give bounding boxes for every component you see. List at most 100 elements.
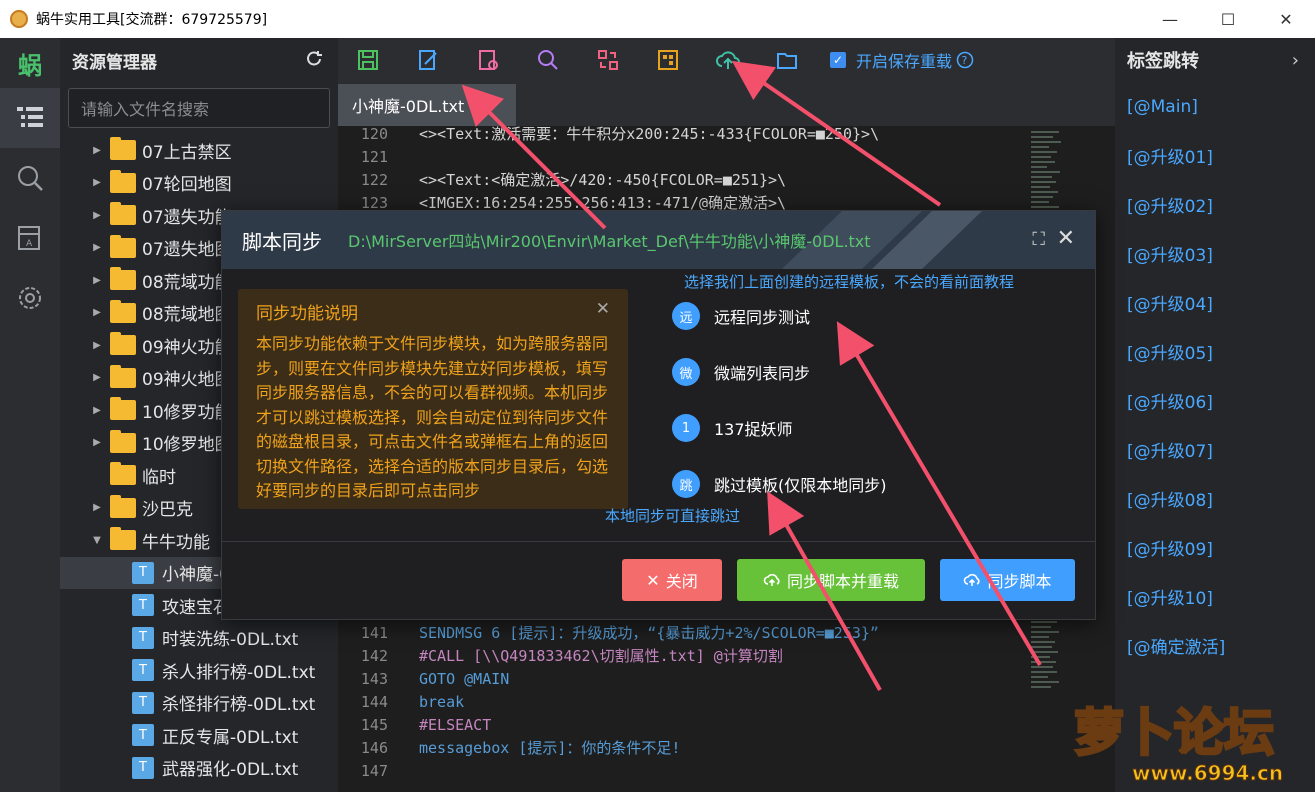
brand-logo: 蜗: [18, 51, 42, 80]
tree-file[interactable]: T 正反专属-0DL.txt: [60, 719, 338, 752]
tree-file[interactable]: T 杀怪排行榜-0DL.txt: [60, 687, 338, 720]
tree-item-label: 杀人排行榜-0DL.txt: [162, 662, 316, 683]
help-icon[interactable]: ?: [956, 51, 974, 69]
caret-right-icon[interactable]: ▶: [88, 275, 106, 286]
tree-file[interactable]: T 武器强化-0DL.txt: [60, 752, 338, 785]
close-button[interactable]: ✕ 关闭: [622, 559, 722, 601]
caret-right-icon[interactable]: ▶: [88, 210, 106, 221]
tree-file[interactable]: T 时装洗练-0DL.txt: [60, 622, 338, 655]
template-option-skip[interactable]: 跳 跳过模板(仅限本地同步): [672, 469, 887, 499]
line-number: 146: [360, 738, 388, 757]
chevron-right-icon[interactable]: ›: [1292, 50, 1299, 71]
template-icon[interactable]: A: [0, 208, 60, 268]
tag-link[interactable]: [@Main]: [1115, 82, 1315, 131]
caret-right-icon[interactable]: ▶: [88, 145, 106, 156]
code-line[interactable]: 122 <><Text:<确定激活>/420:-450{FCOLOR=■251}>…: [338, 168, 786, 191]
tag-link[interactable]: [@升级08]: [1115, 474, 1315, 523]
close-x-icon: ✕: [646, 570, 660, 590]
tag-link[interactable]: [@升级02]: [1115, 180, 1315, 229]
option-label: 跳过模板(仅限本地同步): [714, 476, 887, 495]
template-option-microclient[interactable]: 微 微端列表同步: [672, 357, 810, 387]
activity-bar: 蜗 A: [0, 38, 60, 792]
tree-file[interactable]: T 杀人排行榜-0DL.txt: [60, 654, 338, 687]
tab-xiaoshenmo[interactable]: 小神魔-0DL.txt ✕: [338, 84, 516, 126]
caret-right-icon[interactable]: ▶: [88, 242, 106, 253]
folder-icon: [110, 299, 136, 323]
tag-link[interactable]: [@升级07]: [1115, 425, 1315, 474]
fullscreen-icon[interactable]: ⛶: [1032, 229, 1045, 250]
option-label: 137捉妖师: [714, 420, 793, 439]
search-placeholder: 请输入文件名搜索: [81, 100, 210, 119]
code-line[interactable]: 147: [338, 759, 419, 782]
tag-link[interactable]: [@升级10]: [1115, 572, 1315, 621]
info-close-icon[interactable]: ✕: [596, 299, 610, 324]
qrcode-icon[interactable]: [638, 38, 698, 82]
caret-right-icon[interactable]: ▶: [88, 372, 106, 383]
tag-link[interactable]: [@升级05]: [1115, 327, 1315, 376]
caret-right-icon[interactable]: ▶: [88, 405, 106, 416]
option-label: 微端列表同步: [714, 364, 811, 383]
explorer-tree-icon[interactable]: [0, 88, 60, 148]
tag-link[interactable]: [@升级06]: [1115, 376, 1315, 425]
line-number: 120: [360, 124, 388, 143]
code-line[interactable]: 145 #ELSEACT: [338, 713, 491, 736]
folder-icon: [110, 494, 136, 518]
tree-item-label: 07轮回地图: [142, 175, 232, 196]
window-title: 蜗牛实用工具[交流群：679725579]: [36, 12, 268, 28]
cloud-upload-icon: [964, 573, 981, 586]
text-file-icon: T: [132, 561, 154, 584]
option-badge: 跳: [672, 470, 700, 498]
refresh-icon[interactable]: [304, 50, 324, 70]
code-line[interactable]: 120 <><Text:激活需要：牛牛积分x200:245:-433{FCOLOR…: [338, 122, 879, 145]
close-tab-icon[interactable]: ✕: [478, 96, 491, 115]
tag-link[interactable]: [@升级03]: [1115, 229, 1315, 278]
save-icon[interactable]: [338, 38, 398, 82]
search-icon[interactable]: [0, 148, 60, 208]
edit-icon[interactable]: [398, 38, 458, 82]
code-line[interactable]: 141 SENDMSG 6 [提示]：升级成功，“{暴击威力+2%/SCOLOR=…: [338, 621, 879, 644]
code-text: messagebox [提示]：你的条件不足!: [419, 739, 681, 757]
svg-text:A: A: [26, 239, 33, 249]
caret-right-icon[interactable]: ▶: [88, 177, 106, 188]
code-line[interactable]: 121: [338, 145, 419, 168]
tag-link[interactable]: [@升级01]: [1115, 131, 1315, 180]
tab-label: 小神魔-0DL.txt: [352, 97, 465, 116]
code-text: SENDMSG 6 [提示]：升级成功，“{暴击威力+2%/SCOLOR=■25…: [419, 624, 879, 642]
code-text: <><Text:激活需要：牛牛积分x200:245:-433{FCOLOR=■2…: [419, 125, 880, 143]
caret-right-icon[interactable]: ▶: [88, 340, 106, 351]
delete-file-icon[interactable]: [458, 38, 518, 82]
caret-right-icon[interactable]: ▶: [88, 307, 106, 318]
tag-link[interactable]: [@确定激活]: [1115, 621, 1315, 670]
caret-right-icon[interactable]: ▶: [88, 437, 106, 448]
dialog-close-icon[interactable]: ✕: [1057, 226, 1075, 251]
sync-and-reload-button[interactable]: 同步脚本并重载: [737, 559, 925, 601]
cloud-upload-icon: [763, 573, 780, 586]
code-line[interactable]: 146 messagebox [提示]：你的条件不足!: [338, 736, 681, 759]
find-icon[interactable]: [518, 38, 578, 82]
tree-folder[interactable]: ▶ 07轮回地图: [60, 167, 338, 200]
folder-open-icon[interactable]: [758, 38, 818, 82]
template-option-remote[interactable]: 远 远程同步测试: [672, 301, 810, 331]
explorer-title: 资源管理器: [72, 52, 157, 73]
file-search-input[interactable]: 请输入文件名搜索: [68, 88, 330, 128]
code-line[interactable]: 142 #CALL [\\Q491833462\切割属性.txt] @计算切割: [338, 644, 783, 667]
minimize-button[interactable]: —: [1141, 0, 1199, 38]
code-line[interactable]: 143 GOTO @MAIN: [338, 667, 509, 690]
caret-right-icon[interactable]: ▶: [88, 502, 106, 513]
settings-gear-icon[interactable]: [0, 268, 60, 328]
close-window-button[interactable]: ✕: [1257, 0, 1315, 38]
maximize-button[interactable]: ☐: [1199, 0, 1257, 38]
tag-link[interactable]: [@升级04]: [1115, 278, 1315, 327]
tag-link[interactable]: [@升级09]: [1115, 523, 1315, 572]
template-option-137[interactable]: 1 137捉妖师: [672, 413, 793, 443]
autosave-checkbox[interactable]: ✓ 开启保存重载 ?: [830, 48, 974, 72]
code-line[interactable]: 144 break: [338, 690, 464, 713]
transfer-icon[interactable]: [578, 38, 638, 82]
sync-button[interactable]: 同步脚本: [940, 559, 1075, 601]
line-number: 142: [360, 646, 388, 665]
caret-down-icon[interactable]: ▼: [88, 535, 106, 546]
folder-icon: [110, 202, 136, 226]
tree-folder[interactable]: ▶ 07上古禁区: [60, 134, 338, 167]
cloud-upload-icon[interactable]: [698, 38, 758, 82]
editor-toolbar: ✓ 开启保存重载 ?: [338, 38, 1115, 82]
